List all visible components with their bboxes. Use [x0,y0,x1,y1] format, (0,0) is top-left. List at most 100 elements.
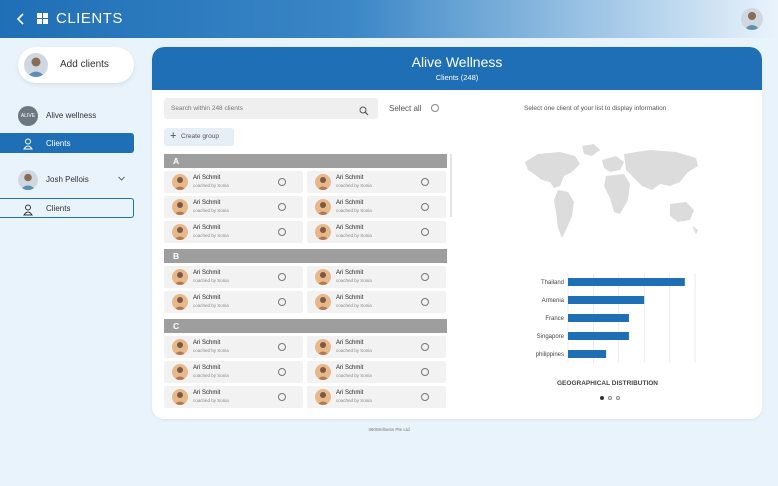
client-coach: coached by Sonia [193,373,229,378]
client-select-radio[interactable] [278,273,286,281]
client-name: Ari Schmit [336,340,364,346]
client-name: Ari Schmit [193,365,221,371]
client-select-radio[interactable] [278,368,286,376]
client-select-radio[interactable] [421,393,429,401]
client-name: Ari Schmit [336,270,364,276]
client-item[interactable]: Ari Schmit coached by Sonia [164,171,303,193]
list-scrollbar[interactable] [450,154,452,217]
client-coach: coached by Sonia [336,233,372,238]
client-select-radio[interactable] [421,368,429,376]
client-select-radio[interactable] [278,393,286,401]
client-coach: coached by Sonia [336,183,372,188]
grid-icon[interactable] [37,13,48,24]
client-coach: coached by Sonia [336,373,372,378]
avatar [315,269,331,285]
card-title: Alive Wellness [411,54,503,70]
client-item[interactable]: Ari Schmit coached by Sonia [164,291,303,313]
client-name: Ari Schmit [193,390,221,396]
carousel-pagination [600,396,622,402]
client-select-radio[interactable] [278,298,286,306]
person-icon [23,203,33,216]
section-letter: B [173,251,180,261]
plus-icon: + [170,130,177,142]
client-select-radio[interactable] [278,203,286,211]
client-item[interactable]: Ari Schmit coached by Sonia [307,171,446,193]
client-coach: coached by Sonia [336,208,372,213]
select-client-hint: Select one client of your list to displa… [524,105,667,112]
person-icon [23,137,33,150]
sidebar-item-organization[interactable]: ALIVE Alive wellness [18,106,138,126]
add-clients-button[interactable]: Add clients [18,47,134,83]
client-select-radio[interactable] [421,298,429,306]
avatar [172,174,188,190]
pagination-dot[interactable] [600,396,604,400]
client-item[interactable]: Ari Schmit coached by Sonia [164,196,303,218]
select-all-radio[interactable] [431,104,439,112]
client-item[interactable]: Ari Schmit coached by Sonia [307,386,446,408]
client-item[interactable]: Ari Schmit coached by Sonia [307,266,446,288]
client-name: Ari Schmit [336,175,364,181]
client-item[interactable]: Ari Schmit coached by Sonia [164,336,303,358]
category-label: France [545,316,564,322]
client-item[interactable]: Ari Schmit coached by Sonia [164,221,303,243]
chevron-down-icon[interactable] [117,174,126,185]
section-header: B [164,249,447,263]
search-icon[interactable] [359,103,369,116]
client-name: Ari Schmit [193,340,221,346]
category-label: Armenia [542,298,565,304]
client-select-radio[interactable] [421,178,429,186]
select-all-label: Select all [389,104,422,113]
section-letter: A [173,156,180,166]
chart-bar [568,296,645,304]
client-item[interactable]: Ari Schmit coached by Sonia [164,386,303,408]
client-item[interactable]: Ari Schmit coached by Sonia [307,291,446,313]
client-coach: coached by Sonia [193,208,229,213]
pagination-dot[interactable] [608,396,612,400]
avatar [315,294,331,310]
client-name: Ari Schmit [193,225,221,231]
sidebar-item-coach[interactable]: Josh Pellois [18,170,134,190]
avatar [172,224,188,240]
create-group-label: Create group [181,133,219,140]
chart-bar [568,350,607,358]
client-name: Ari Schmit [336,225,364,231]
chart-bar [568,314,629,322]
avatar [315,174,331,190]
client-select-radio[interactable] [421,203,429,211]
client-select-radio[interactable] [421,343,429,351]
client-name: Ari Schmit [336,200,364,206]
client-select-radio[interactable] [278,228,286,236]
client-item[interactable]: Ari Schmit coached by Sonia [307,361,446,383]
client-name: Ari Schmit [193,295,221,301]
client-coach: coached by Sonia [193,398,229,403]
category-label: Singapore [537,334,565,340]
client-select-radio[interactable] [278,178,286,186]
client-item[interactable]: Ari Schmit coached by Sonia [164,361,303,383]
add-clients-label: Add clients [60,59,109,70]
sidebar-item-clients-active[interactable]: Clients [0,133,134,153]
client-item[interactable]: Ari Schmit coached by Sonia [307,196,446,218]
client-item[interactable]: Ari Schmit coached by Sonia [164,266,303,288]
client-list: A Ari Schmit coached by Sonia Ari Schmit coa… [164,154,448,416]
client-coach: coached by Sonia [336,278,372,283]
sidebar-item-coach-clients[interactable]: Clients [0,198,134,218]
category-label: Thailand [541,280,564,286]
create-group-button[interactable]: + Create group [164,128,234,146]
client-coach: coached by Sonia [193,233,229,238]
client-item[interactable]: Ari Schmit coached by Sonia [307,221,446,243]
back-arrow-icon[interactable] [14,11,28,27]
avatar [24,53,48,77]
client-select-radio[interactable] [278,343,286,351]
client-coach: coached by Sonia [193,303,229,308]
client-select-radio[interactable] [421,228,429,236]
avatar [172,364,188,380]
avatar [172,269,188,285]
user-avatar[interactable] [741,8,763,30]
pagination-dot[interactable] [616,396,620,400]
search-input[interactable]: Search within 248 clients [164,98,378,119]
clients-card: Alive Wellness Clients (248) Search with… [152,47,762,419]
client-select-radio[interactable] [421,273,429,281]
section-header: C [164,319,447,333]
avatar [315,224,331,240]
client-item[interactable]: Ari Schmit coached by Sonia [307,336,446,358]
